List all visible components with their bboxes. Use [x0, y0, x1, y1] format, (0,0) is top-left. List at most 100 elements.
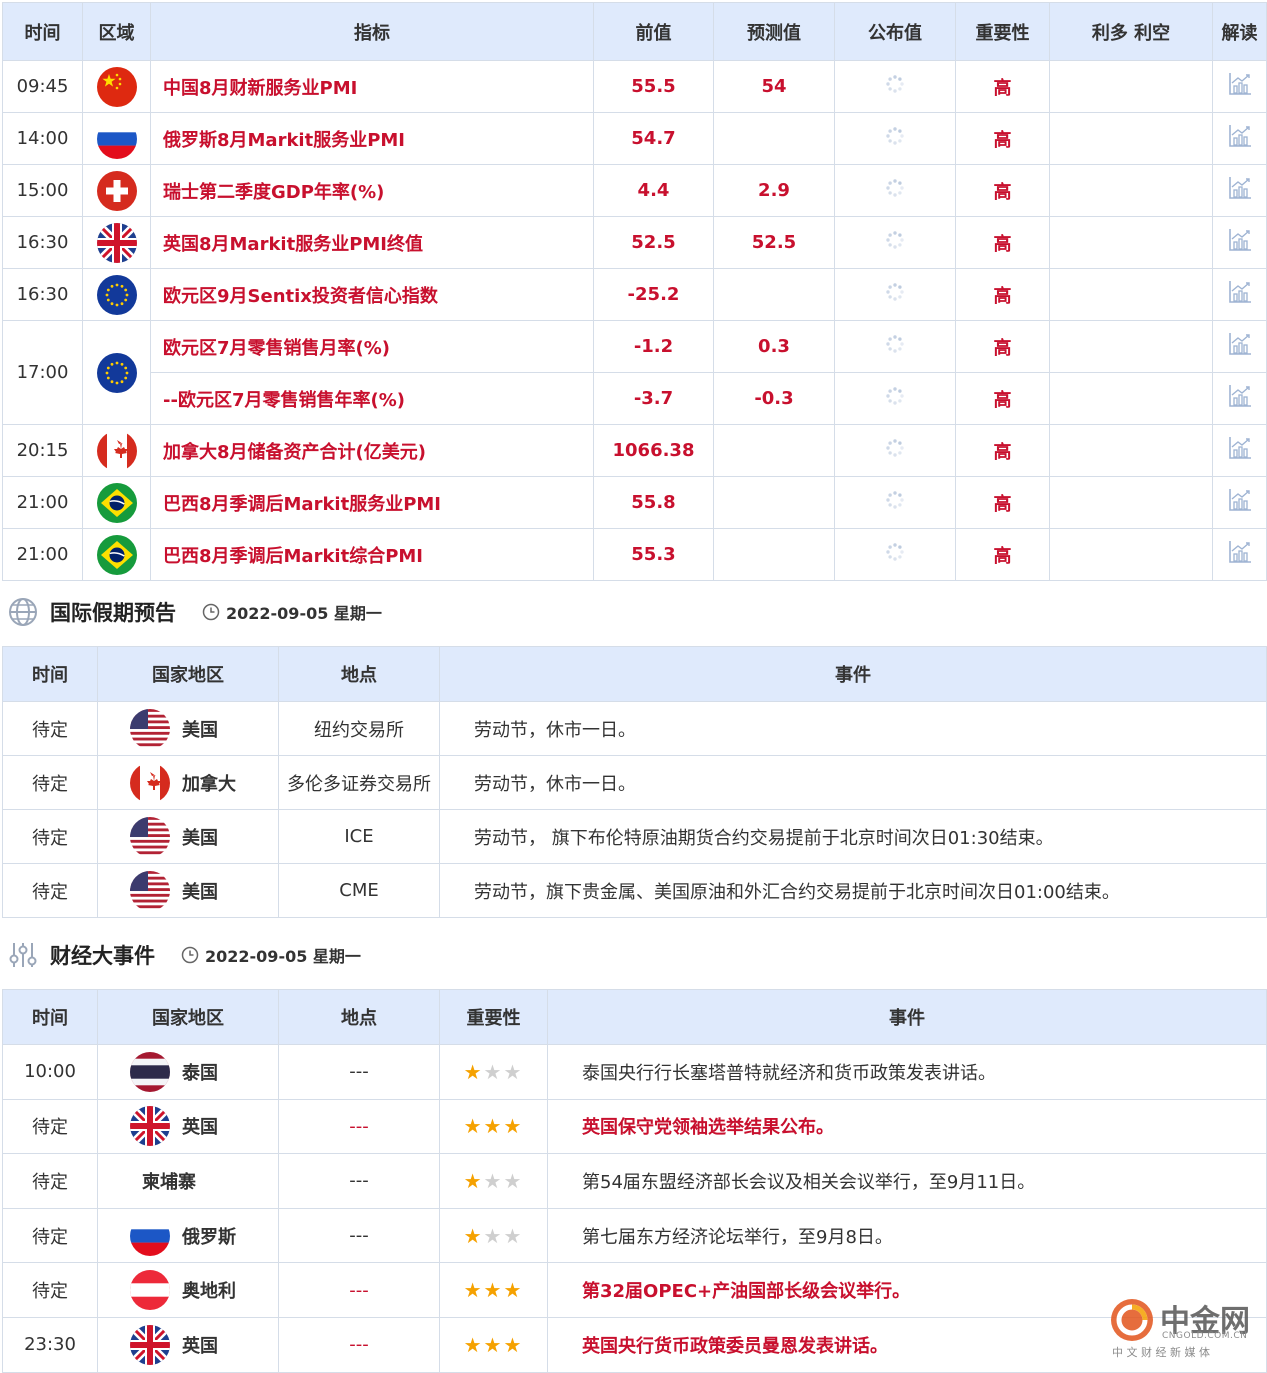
previous-value: -25.2 — [593, 268, 714, 321]
holiday-event: 劳动节， 旗下布伦特原油期货合约交易提前于北京时间次日01:30结束。 — [439, 809, 1267, 864]
indicator-link[interactable]: 欧元区9月Sentix投资者信心指数 — [150, 268, 594, 321]
table-row[interactable]: 15:00 瑞士第二季度GDP年率(%) 4.4 2.9 高 — [2, 164, 1267, 217]
indicator-link[interactable]: 中国8月财新服务业PMI — [150, 60, 594, 113]
chart-analysis-icon[interactable] — [1227, 123, 1253, 149]
indicator-link[interactable]: 巴西8月季调后Markit服务业PMI — [150, 476, 594, 529]
table-row[interactable]: 待定 俄罗斯 --- ★★★ 第七届东方经济论坛举行，至9月8日。 — [2, 1207, 1267, 1264]
event-time: 09:45 — [2, 60, 83, 113]
analysis-cell[interactable] — [1212, 164, 1267, 217]
event-time: 23:30 — [2, 1316, 98, 1373]
chart-analysis-icon[interactable] — [1227, 539, 1253, 565]
forecast-value: 2.9 — [713, 164, 835, 217]
chart-analysis-icon[interactable] — [1227, 435, 1253, 461]
chart-analysis-icon[interactable] — [1227, 71, 1253, 97]
flag-ca-icon — [130, 762, 170, 803]
analysis-cell[interactable] — [1212, 112, 1267, 165]
chart-analysis-icon[interactable] — [1227, 331, 1253, 357]
holiday-section-title: 国际假期预告 — [50, 601, 176, 625]
table-row[interactable]: --欧元区7月零售销售年率(%) -3.7 -0.3 高 — [3, 372, 1267, 425]
importance-level: 高 — [955, 164, 1050, 217]
table-row[interactable]: 待定 奥地利 --- ★★★ 第32届OPEC+产油国部长级会议举行。 — [2, 1262, 1267, 1318]
calendar-header-7: 利多 利空 — [1049, 2, 1213, 61]
chart-analysis-icon[interactable] — [1227, 279, 1253, 305]
star-icon: ★ — [463, 1223, 484, 1248]
importance-cell: ★★★ — [439, 1262, 548, 1318]
importance-cell: ★★★ — [439, 1044, 548, 1100]
indicator-link[interactable]: --欧元区7月零售销售年率(%) — [150, 372, 594, 425]
calendar-body: 09:45 中国8月财新服务业PMI 55.5 54 高 14:00 俄罗斯8月Markit… — [2, 60, 1267, 581]
flag-gb-icon — [130, 1324, 170, 1365]
indicator-link[interactable]: 巴西8月季调后Markit综合PMI — [150, 528, 594, 581]
chart-analysis-icon[interactable] — [1227, 227, 1253, 253]
events-header-1: 国家地区 — [97, 989, 279, 1045]
table-row[interactable]: 待定 柬埔寨 --- ★★★ 第54届东盟经济部长会议及相关会议举行，至9月11日。 — [2, 1153, 1267, 1209]
holiday-place: ICE — [278, 809, 440, 864]
actual-value — [834, 372, 956, 425]
country-cell: 美国 — [97, 809, 279, 864]
indicator-link[interactable]: 俄罗斯8月Markit服务业PMI — [150, 112, 594, 165]
indicator-link[interactable]: 加拿大8月储备资产合计(亿美元) — [150, 424, 594, 477]
bull-bear-cell — [1049, 372, 1213, 425]
indicator-link[interactable]: 英国8月Markit服务业PMI终值 — [150, 216, 594, 269]
table-row[interactable]: 09:45 中国8月财新服务业PMI 55.5 54 高 — [2, 60, 1267, 113]
globe-icon — [9, 598, 37, 626]
event-place: --- — [278, 1098, 440, 1155]
importance-level: 高 — [955, 424, 1050, 477]
analysis-cell[interactable] — [1212, 60, 1267, 113]
analysis-cell[interactable] — [1212, 268, 1267, 321]
importance-level: 高 — [955, 216, 1050, 269]
table-row[interactable]: 16:30 欧元区9月Sentix投资者信心指数 -25.2 高 — [2, 268, 1267, 321]
star-icon: ★ — [503, 1278, 524, 1303]
calendar-header-0: 时间 — [2, 2, 83, 61]
events-header-0: 时间 — [2, 989, 98, 1045]
flag-th-icon — [130, 1051, 170, 1092]
loading-icon — [886, 387, 904, 405]
star-icon: ★ — [483, 1223, 504, 1248]
analysis-cell[interactable] — [1212, 424, 1267, 477]
table-row[interactable]: 17:00 欧元区7月零售销售月率(%) -1.2 0.3 高 — [2, 320, 1267, 425]
event-place: --- — [278, 1153, 440, 1209]
cngold-logo: 中金网 CNGOLD.COM.CN 中 文 财 经 新 媒 体 — [1108, 1296, 1258, 1360]
region-flag-cell — [82, 164, 151, 217]
table-row[interactable]: 待定 英国 --- ★★★ 英国保守党领袖选举结果公布。 — [2, 1098, 1267, 1155]
indicator-link[interactable]: 瑞士第二季度GDP年率(%) — [150, 164, 594, 217]
star-icon: ★ — [503, 1223, 524, 1248]
analysis-cell[interactable] — [1212, 216, 1267, 269]
holiday-time: 待定 — [2, 755, 98, 810]
event-time: 20:15 — [2, 424, 83, 477]
star-icon: ★ — [463, 1278, 484, 1303]
table-row[interactable]: 20:15 加拿大8月储备资产合计(亿美元) 1066.38 高 — [2, 424, 1267, 477]
loading-icon — [886, 75, 904, 93]
table-row[interactable]: 待定 美国 ICE 劳动节， 旗下布伦特原油期货合约交易提前于北京时间次日01:30结… — [2, 809, 1267, 864]
holiday-time: 待定 — [2, 863, 98, 918]
table-row[interactable]: 21:00 巴西8月季调后Markit服务业PMI 55.8 高 — [2, 476, 1267, 529]
actual-value — [834, 424, 956, 477]
bull-bear-cell — [1049, 320, 1213, 373]
star-icon: ★ — [483, 1168, 504, 1193]
country-cell: 奥地利 — [97, 1262, 279, 1318]
chart-analysis-icon[interactable] — [1227, 383, 1253, 409]
previous-value: -1.2 — [593, 320, 714, 373]
indicator-link[interactable]: 欧元区7月零售销售月率(%) — [150, 320, 594, 373]
importance-level: 高 — [955, 320, 1050, 373]
analysis-cell[interactable] — [1212, 320, 1267, 373]
table-row[interactable]: 待定 加拿大 多伦多证券交易所 劳动节，休市一日。 — [2, 755, 1267, 810]
table-row[interactable]: 待定 美国 纽约交易所 劳动节，休市一日。 — [2, 701, 1267, 756]
previous-value: 54.7 — [593, 112, 714, 165]
chart-analysis-icon[interactable] — [1227, 175, 1253, 201]
table-row[interactable]: 16:30 英国8月Markit服务业PMI终值 52.5 52.5 高 — [2, 216, 1267, 269]
table-row[interactable]: 10:00 泰国 --- ★★★ 泰国央行行长塞塔普特就经济和货币政策发表讲话。 — [2, 1044, 1267, 1100]
chart-analysis-icon[interactable] — [1227, 487, 1253, 513]
analysis-cell[interactable] — [1212, 372, 1267, 425]
table-row[interactable]: 23:30 英国 --- ★★★ 英国央行货币政策委员曼恩发表讲话。 — [2, 1316, 1267, 1373]
flag-ru-icon — [96, 118, 137, 159]
star-icon: ★ — [463, 1168, 484, 1193]
calendar-header-6: 重要性 — [955, 2, 1050, 61]
event-time: 16:30 — [2, 268, 83, 321]
analysis-cell[interactable] — [1212, 528, 1267, 581]
analysis-cell[interactable] — [1212, 476, 1267, 529]
table-row[interactable]: 21:00 巴西8月季调后Markit综合PMI 55.3 高 — [2, 528, 1267, 581]
table-row[interactable]: 14:00 俄罗斯8月Markit服务业PMI 54.7 高 — [2, 112, 1267, 165]
loading-icon — [886, 543, 904, 561]
table-row[interactable]: 待定 美国 CME 劳动节，旗下贵金属、美国原油和外汇合约交易提前于北京时间次日01:… — [2, 863, 1267, 918]
